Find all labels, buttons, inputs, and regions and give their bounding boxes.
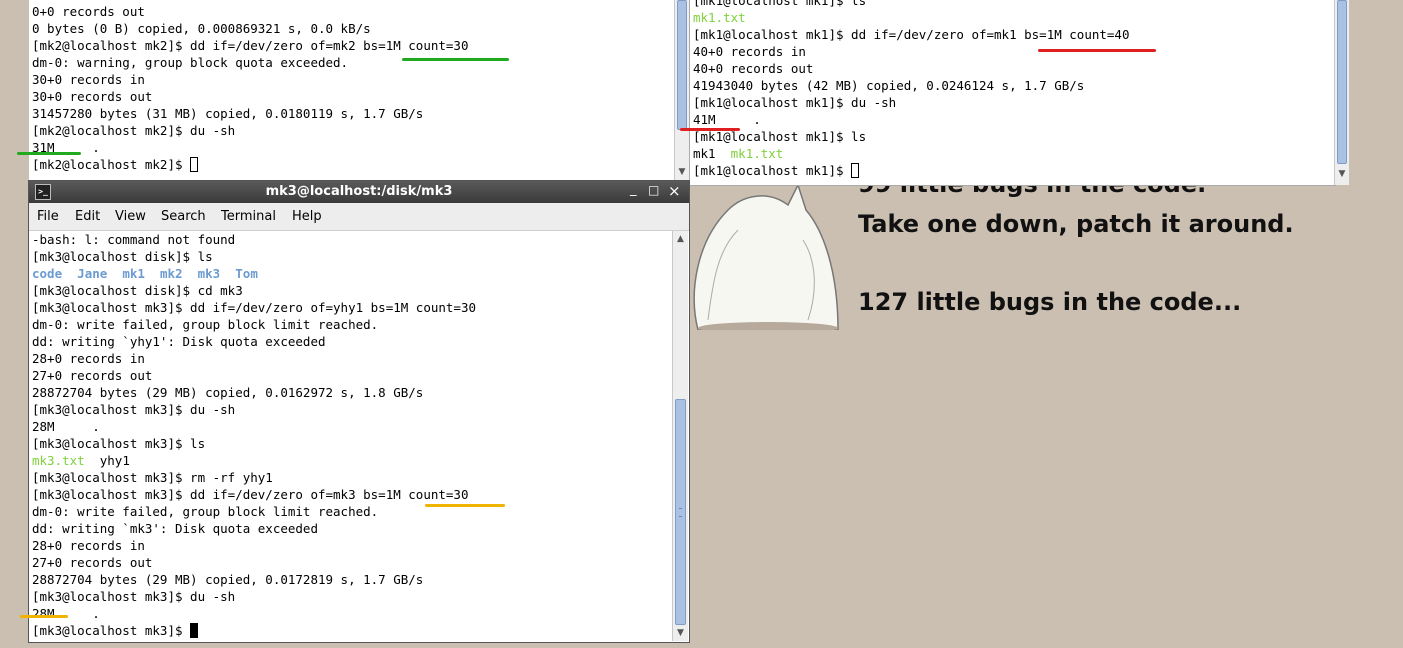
terminal-line: dm-0: write failed, group block limit re… bbox=[32, 504, 379, 519]
cat-wallpaper-image bbox=[693, 183, 839, 330]
file-name-txt: mk1.txt bbox=[730, 146, 784, 161]
terminal-line: 0+0 records out bbox=[32, 4, 145, 19]
maximize-button[interactable]: □ bbox=[648, 183, 659, 197]
file-name: mk1 bbox=[693, 146, 731, 161]
terminal-line: 41943040 bytes (42 MB) copied, 0.0246124… bbox=[693, 78, 1085, 93]
ls-output-line: mk3.txt yhy1 bbox=[32, 452, 672, 469]
mk3-terminal-output[interactable]: -bash: l: command not found [mk3@localho… bbox=[29, 231, 672, 641]
dir-name: code bbox=[32, 266, 63, 281]
prompt-text: [mk1@localhost mk1]$ bbox=[693, 163, 852, 178]
dir-name: mk1 bbox=[122, 266, 145, 281]
scroll-down-arrow-icon[interactable]: ▼ bbox=[673, 627, 688, 639]
menu-search[interactable]: Search bbox=[161, 209, 206, 224]
dir-name: mk3 bbox=[197, 266, 221, 281]
terminal-prompt-line: [mk1@localhost mk1]$ bbox=[693, 162, 1336, 179]
text-cursor bbox=[190, 157, 199, 172]
mk3-scroll-thumb[interactable] bbox=[675, 399, 686, 625]
terminal-line: 28872704 bytes (29 MB) copied, 0.0172819… bbox=[32, 572, 424, 587]
terminal-prompt-line: [mk3@localhost mk3]$ bbox=[32, 622, 672, 639]
terminal-line: 41M . bbox=[693, 112, 761, 127]
terminal-line: [mk3@localhost mk3]$ dd if=/dev/zero of=… bbox=[32, 300, 477, 315]
close-button[interactable]: × bbox=[668, 182, 681, 200]
menu-help[interactable]: Help bbox=[292, 209, 322, 224]
terminal-line: 28M . bbox=[32, 606, 100, 621]
terminal-line: 28+0 records in bbox=[32, 538, 145, 553]
annotation-underline-green bbox=[17, 152, 81, 155]
dir-name: mk2 bbox=[159, 266, 183, 281]
terminal-line: [mk1@localhost mk1]$ dd if=/dev/zero of=… bbox=[693, 27, 1130, 42]
annotation-underline-orange bbox=[20, 615, 68, 618]
terminal-line: 27+0 records out bbox=[32, 555, 153, 570]
scroll-down-arrow-icon[interactable]: ▼ bbox=[675, 166, 689, 178]
terminal-line: [mk3@localhost disk]$ ls bbox=[32, 249, 213, 264]
prompt-text: [mk3@localhost mk3]$ bbox=[32, 623, 191, 638]
text-cursor bbox=[851, 163, 860, 178]
terminal-line: mk1.txt bbox=[693, 10, 746, 25]
dir-name: Jane bbox=[77, 266, 108, 281]
terminal-line: [mk3@localhost mk3]$ rm -rf yhy1 bbox=[32, 470, 273, 485]
terminal-line: 27+0 records out bbox=[32, 368, 153, 383]
terminal-line: [mk1@localhost mk1]$ ls bbox=[693, 0, 867, 8]
mk3-menu-bar: File Edit View Search Terminal Help bbox=[29, 203, 689, 231]
window-title: mk3@localhost:/disk/mk3 bbox=[265, 184, 453, 199]
terminal-line: -bash: l: command not found bbox=[32, 232, 236, 247]
mk2-scroll-thumb[interactable] bbox=[677, 0, 687, 130]
terminal-line: 30+0 records out bbox=[32, 89, 153, 104]
menu-edit[interactable]: Edit bbox=[75, 209, 100, 224]
terminal-line: 28872704 bytes (29 MB) copied, 0.0162972… bbox=[32, 385, 424, 400]
mk2-terminal-output[interactable]: 0+0 records out 0 bytes (0 B) copied, 0.… bbox=[29, 0, 675, 180]
mk3-title-bar[interactable]: >_ mk3@localhost:/disk/mk3 _ □ × bbox=[29, 181, 689, 203]
annotation-underline-red bbox=[680, 128, 740, 131]
ls-output-line: code Jane mk1 mk2 mk3 Tom bbox=[32, 265, 672, 282]
scroll-up-arrow-icon[interactable]: ▲ bbox=[673, 233, 688, 245]
prompt-text: [mk2@localhost mk2]$ bbox=[32, 157, 191, 172]
minimize-button[interactable]: _ bbox=[630, 182, 637, 197]
terminal-line: mk1 mk1.txt bbox=[693, 145, 1336, 162]
terminal-line: [mk3@localhost mk3]$ du -sh bbox=[32, 402, 236, 417]
terminal-line: [mk1@localhost mk1]$ ls bbox=[693, 129, 867, 144]
terminal-line: [mk2@localhost mk2]$ du -sh bbox=[32, 123, 236, 138]
terminal-line: 28M . bbox=[32, 419, 100, 434]
annotation-underline-orange bbox=[425, 504, 505, 507]
menu-file[interactable]: File bbox=[37, 209, 59, 224]
terminal-line: 31M . bbox=[32, 140, 100, 155]
terminal-line: 40+0 records in bbox=[693, 44, 806, 59]
annotation-underline-red bbox=[1038, 49, 1156, 52]
terminal-line: 30+0 records in bbox=[32, 72, 145, 87]
file-name: yhy1 bbox=[84, 453, 130, 468]
terminal-line: dm-0: write failed, group block limit re… bbox=[32, 317, 379, 332]
terminal-line: 40+0 records out bbox=[693, 61, 814, 76]
terminal-line: 0 bytes (0 B) copied, 0.000869321 s, 0.0… bbox=[32, 21, 371, 36]
terminal-line: [mk2@localhost mk2]$ dd if=/dev/zero of=… bbox=[32, 38, 469, 53]
mk1-terminal-output[interactable]: [mk1@localhost mk1]$ ls mk1.txt [mk1@loc… bbox=[689, 0, 1336, 186]
terminal-line: 28+0 records in bbox=[32, 351, 145, 366]
mk3-scrollbar[interactable]: ▲ ▼ bbox=[672, 231, 688, 641]
menu-view[interactable]: View bbox=[115, 209, 146, 224]
terminal-line: [mk3@localhost mk3]$ ls bbox=[32, 436, 206, 451]
terminal-line: dd: writing `yhy1': Disk quota exceeded bbox=[32, 334, 326, 349]
scroll-grip-icon bbox=[679, 508, 682, 517]
terminal-line: dd: writing `mk3': Disk quota exceeded bbox=[32, 521, 318, 536]
terminal-line: [mk3@localhost disk]$ cd mk3 bbox=[32, 283, 243, 298]
scroll-down-arrow-icon[interactable]: ▼ bbox=[1335, 168, 1349, 180]
text-cursor bbox=[190, 623, 199, 638]
terminal-prompt-line: [mk2@localhost mk2]$ bbox=[32, 156, 674, 173]
terminal-line: 31457280 bytes (31 MB) copied, 0.0180119… bbox=[32, 106, 424, 121]
mk1-scroll-thumb[interactable] bbox=[1337, 0, 1347, 164]
terminal-line: dm-0: warning, group block quota exceede… bbox=[32, 55, 349, 70]
terminal-line: [mk3@localhost mk3]$ du -sh bbox=[32, 589, 236, 604]
dir-name: Tom bbox=[235, 266, 258, 281]
wallpaper-line-2: Take one down, patch it around. bbox=[858, 210, 1294, 238]
annotation-underline-green bbox=[402, 58, 509, 61]
terminal-line: [mk1@localhost mk1]$ du -sh bbox=[693, 95, 897, 110]
wallpaper-line-3: 127 little bugs in the code... bbox=[858, 288, 1242, 316]
file-name-txt: mk3.txt bbox=[32, 453, 85, 468]
mk1-scrollbar[interactable]: ▼ bbox=[1334, 0, 1349, 185]
menu-terminal[interactable]: Terminal bbox=[221, 209, 276, 224]
mk2-scrollbar[interactable]: ▼ bbox=[674, 0, 689, 180]
terminal-line: [mk3@localhost mk3]$ dd if=/dev/zero of=… bbox=[32, 487, 469, 502]
